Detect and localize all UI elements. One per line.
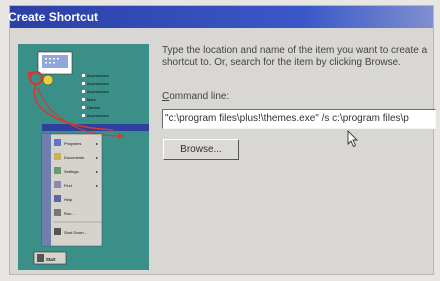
menu-help: Help <box>64 197 73 202</box>
menu-find: Find <box>64 183 72 188</box>
command-line-input[interactable]: "c:\program files\plus!\themes.exe" /s c… <box>162 109 436 129</box>
svg-text:▸: ▸ <box>96 183 98 188</box>
window-title: Create Shortcut <box>8 10 99 24</box>
highlight-bar <box>42 124 149 131</box>
side-item-5: Games <box>87 105 100 110</box>
side-item-6: Accessories <box>87 113 109 118</box>
instructions-text: Type the location and name of the item y… <box>162 45 428 68</box>
browse-button[interactable]: Browse... <box>163 139 239 160</box>
side-item-2: Accessories <box>87 81 109 86</box>
wizard-illustration: Accessories Accessories Accessories Marc… <box>18 44 149 270</box>
side-item-3: Accessories <box>87 89 109 94</box>
illustration-svg: Accessories Accessories Accessories Marc… <box>28 51 149 265</box>
menu-run: Run... <box>64 211 75 216</box>
menu-programs: Programs <box>64 141 81 146</box>
menu-shutdown: Shut Down... <box>64 230 87 235</box>
title-bar: Create Shortcut <box>8 6 433 28</box>
create-shortcut-dialog: Create Shortcut Accessories Accessories … <box>8 5 436 275</box>
command-line-label-rest: ommand line: <box>169 91 230 102</box>
svg-text:Start: Start <box>46 257 56 262</box>
command-line-label: Command line: <box>162 91 229 102</box>
menu-documents: Documents <box>64 155 84 160</box>
side-item-4: Marc <box>87 97 96 102</box>
menu-settings: Settings <box>64 169 78 174</box>
svg-text:▸: ▸ <box>96 141 98 146</box>
svg-text:▸: ▸ <box>96 169 98 174</box>
svg-text:▸: ▸ <box>96 155 98 160</box>
mouse-cursor-icon <box>347 130 359 148</box>
side-item-1: Accessories <box>87 73 109 78</box>
